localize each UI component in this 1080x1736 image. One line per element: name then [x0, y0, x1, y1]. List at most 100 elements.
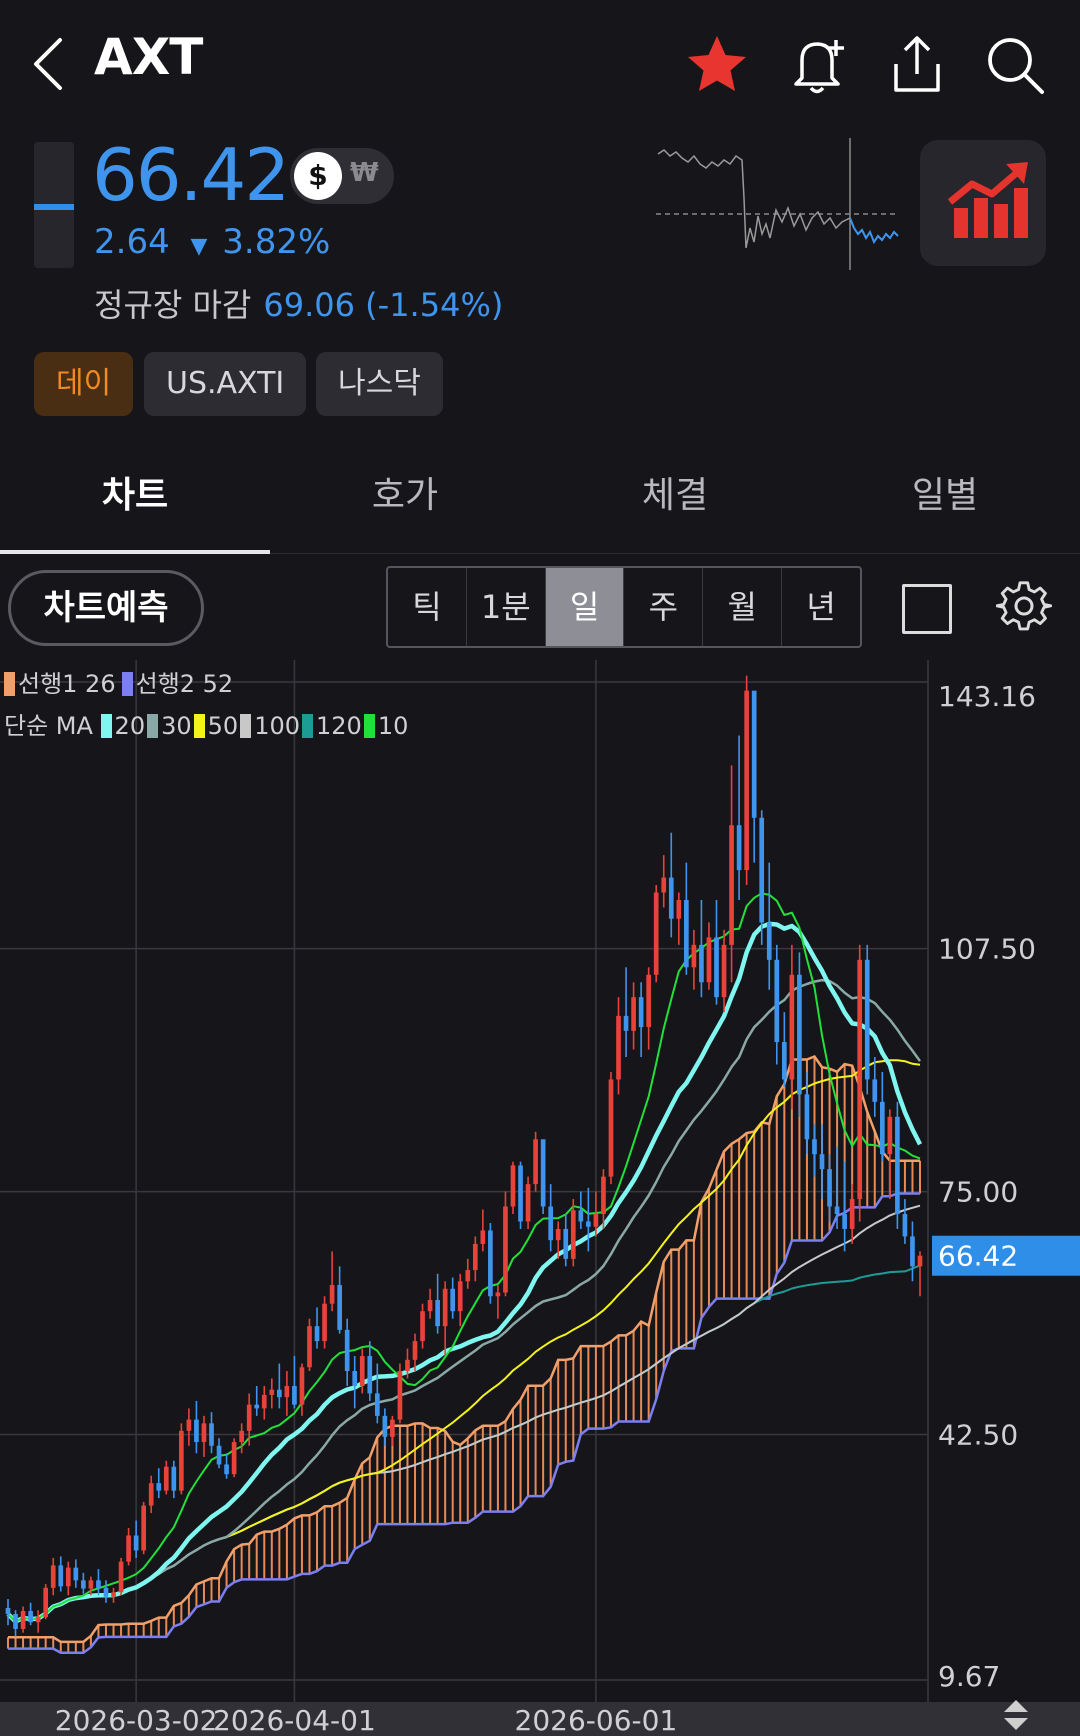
- down-arrow-icon: ▼: [190, 234, 208, 259]
- candle-body: [834, 1206, 840, 1215]
- legend-swatch: [121, 672, 133, 696]
- currency-toggle[interactable]: $ ₩: [290, 148, 394, 204]
- candle: [231, 1438, 237, 1478]
- regular-close: 정규장 마감 69.06 (-1.54%): [94, 280, 503, 326]
- intraday-sparkline[interactable]: [654, 138, 900, 270]
- candle-body: [405, 1359, 410, 1372]
- candle-body: [148, 1483, 154, 1506]
- candle: [43, 1584, 49, 1620]
- price-change: 2.64 ▼ 3.82%: [94, 222, 330, 262]
- candle-body: [518, 1165, 523, 1222]
- period-year[interactable]: 년: [782, 568, 860, 646]
- ma-legend: 단순 MA 20 30 50 100 120 10: [4, 706, 410, 741]
- period-month[interactable]: 월: [703, 568, 783, 646]
- usd-currency-icon[interactable]: $: [294, 152, 342, 200]
- candle-body: [322, 1303, 327, 1342]
- search-icon[interactable]: [980, 30, 1050, 100]
- candle-body: [96, 1580, 101, 1588]
- exchange-tag[interactable]: 나스닥: [316, 352, 443, 416]
- candle-body: [5, 1608, 11, 1614]
- candle: [503, 1191, 508, 1297]
- ticker-tag[interactable]: US.AXTI: [144, 352, 307, 416]
- candle-body: [412, 1341, 418, 1360]
- candle: [322, 1296, 327, 1349]
- period-1min[interactable]: 1분: [467, 568, 546, 646]
- candle: [118, 1557, 124, 1596]
- candle-body: [706, 937, 712, 983]
- period-tick[interactable]: 틱: [388, 568, 467, 646]
- tab-trades[interactable]: 체결: [540, 466, 810, 518]
- candle-body: [653, 892, 659, 975]
- candle-body: [43, 1587, 49, 1617]
- candle: [533, 1131, 538, 1192]
- candle-body: [480, 1230, 486, 1244]
- candle-body: [261, 1394, 267, 1409]
- legend-swatch: [240, 714, 252, 738]
- period-week[interactable]: 주: [624, 568, 704, 646]
- period-day[interactable]: 일: [545, 568, 625, 646]
- candle-body: [284, 1385, 290, 1398]
- star-icon[interactable]: [682, 30, 752, 100]
- trend-chart-button[interactable]: [920, 140, 1046, 266]
- candle-body: [827, 1169, 832, 1207]
- candle-body: [465, 1270, 471, 1282]
- candle-body: [548, 1206, 554, 1241]
- tab-daily[interactable]: 일별: [810, 466, 1080, 518]
- candle-body: [917, 1255, 923, 1267]
- candle-body: [789, 974, 795, 1080]
- tab-orderbook[interactable]: 호가: [270, 466, 540, 518]
- candle-body: [691, 944, 697, 968]
- candle-body: [329, 1285, 335, 1304]
- candle-body: [857, 959, 863, 1200]
- candle-body: [503, 1206, 508, 1293]
- tab-chart[interactable]: 차트: [0, 466, 270, 518]
- candle-body: [895, 1116, 900, 1215]
- candle-body: [676, 900, 682, 919]
- candle: [744, 675, 749, 886]
- y-tick-label: 42.50: [938, 1419, 1018, 1452]
- legend-swatch: [193, 714, 205, 738]
- candlestick-chart[interactable]: 143.16107.5075.0042.509.67 2026-03-02202…: [0, 660, 1080, 1736]
- candle-body: [111, 1592, 116, 1597]
- ma-legend-prefix: 단순 MA: [4, 712, 101, 740]
- candle-body: [510, 1165, 516, 1207]
- change-value: 2.64: [94, 222, 170, 262]
- candle-body: [156, 1483, 162, 1491]
- layout-icon[interactable]: [902, 584, 952, 634]
- day-trading-tag[interactable]: 데이: [34, 352, 134, 416]
- candle-body: [578, 1210, 584, 1222]
- candle-body: [209, 1423, 214, 1446]
- legend-label: 100: [254, 712, 300, 740]
- candle-body: [269, 1389, 275, 1395]
- candle-body: [314, 1326, 320, 1342]
- candle: [307, 1318, 312, 1372]
- candle-body: [736, 825, 742, 871]
- candle-body: [759, 817, 765, 923]
- legend-label: 20: [114, 712, 146, 740]
- candle-body: [65, 1567, 71, 1587]
- candle-body: [133, 1535, 139, 1551]
- candle: [141, 1501, 147, 1555]
- chart-predict-button[interactable]: 차트예측: [8, 570, 204, 646]
- share-icon[interactable]: [882, 30, 952, 100]
- candle-body: [804, 1094, 810, 1140]
- candle-body: [457, 1281, 463, 1312]
- x-tick-label: 2026-04-01: [213, 1704, 376, 1736]
- krw-currency-icon[interactable]: ₩: [350, 158, 379, 188]
- alarm-add-icon[interactable]: [782, 30, 852, 100]
- back-icon[interactable]: [26, 36, 76, 92]
- candle-body: [819, 1154, 825, 1170]
- candle-body: [299, 1367, 305, 1405]
- candle-body: [35, 1616, 41, 1623]
- period-selector: 틱 1분 일 주 월 년: [386, 566, 862, 648]
- candle-body: [751, 690, 757, 818]
- candle: [179, 1423, 184, 1495]
- candle-body: [390, 1419, 395, 1437]
- gear-icon[interactable]: [996, 578, 1052, 634]
- y-tick-label: 107.50: [938, 933, 1036, 966]
- candle-body: [337, 1285, 342, 1330]
- candle: [653, 885, 659, 983]
- candle-body: [420, 1311, 425, 1342]
- candle: [857, 944, 863, 1222]
- price-range-bar: [34, 142, 74, 268]
